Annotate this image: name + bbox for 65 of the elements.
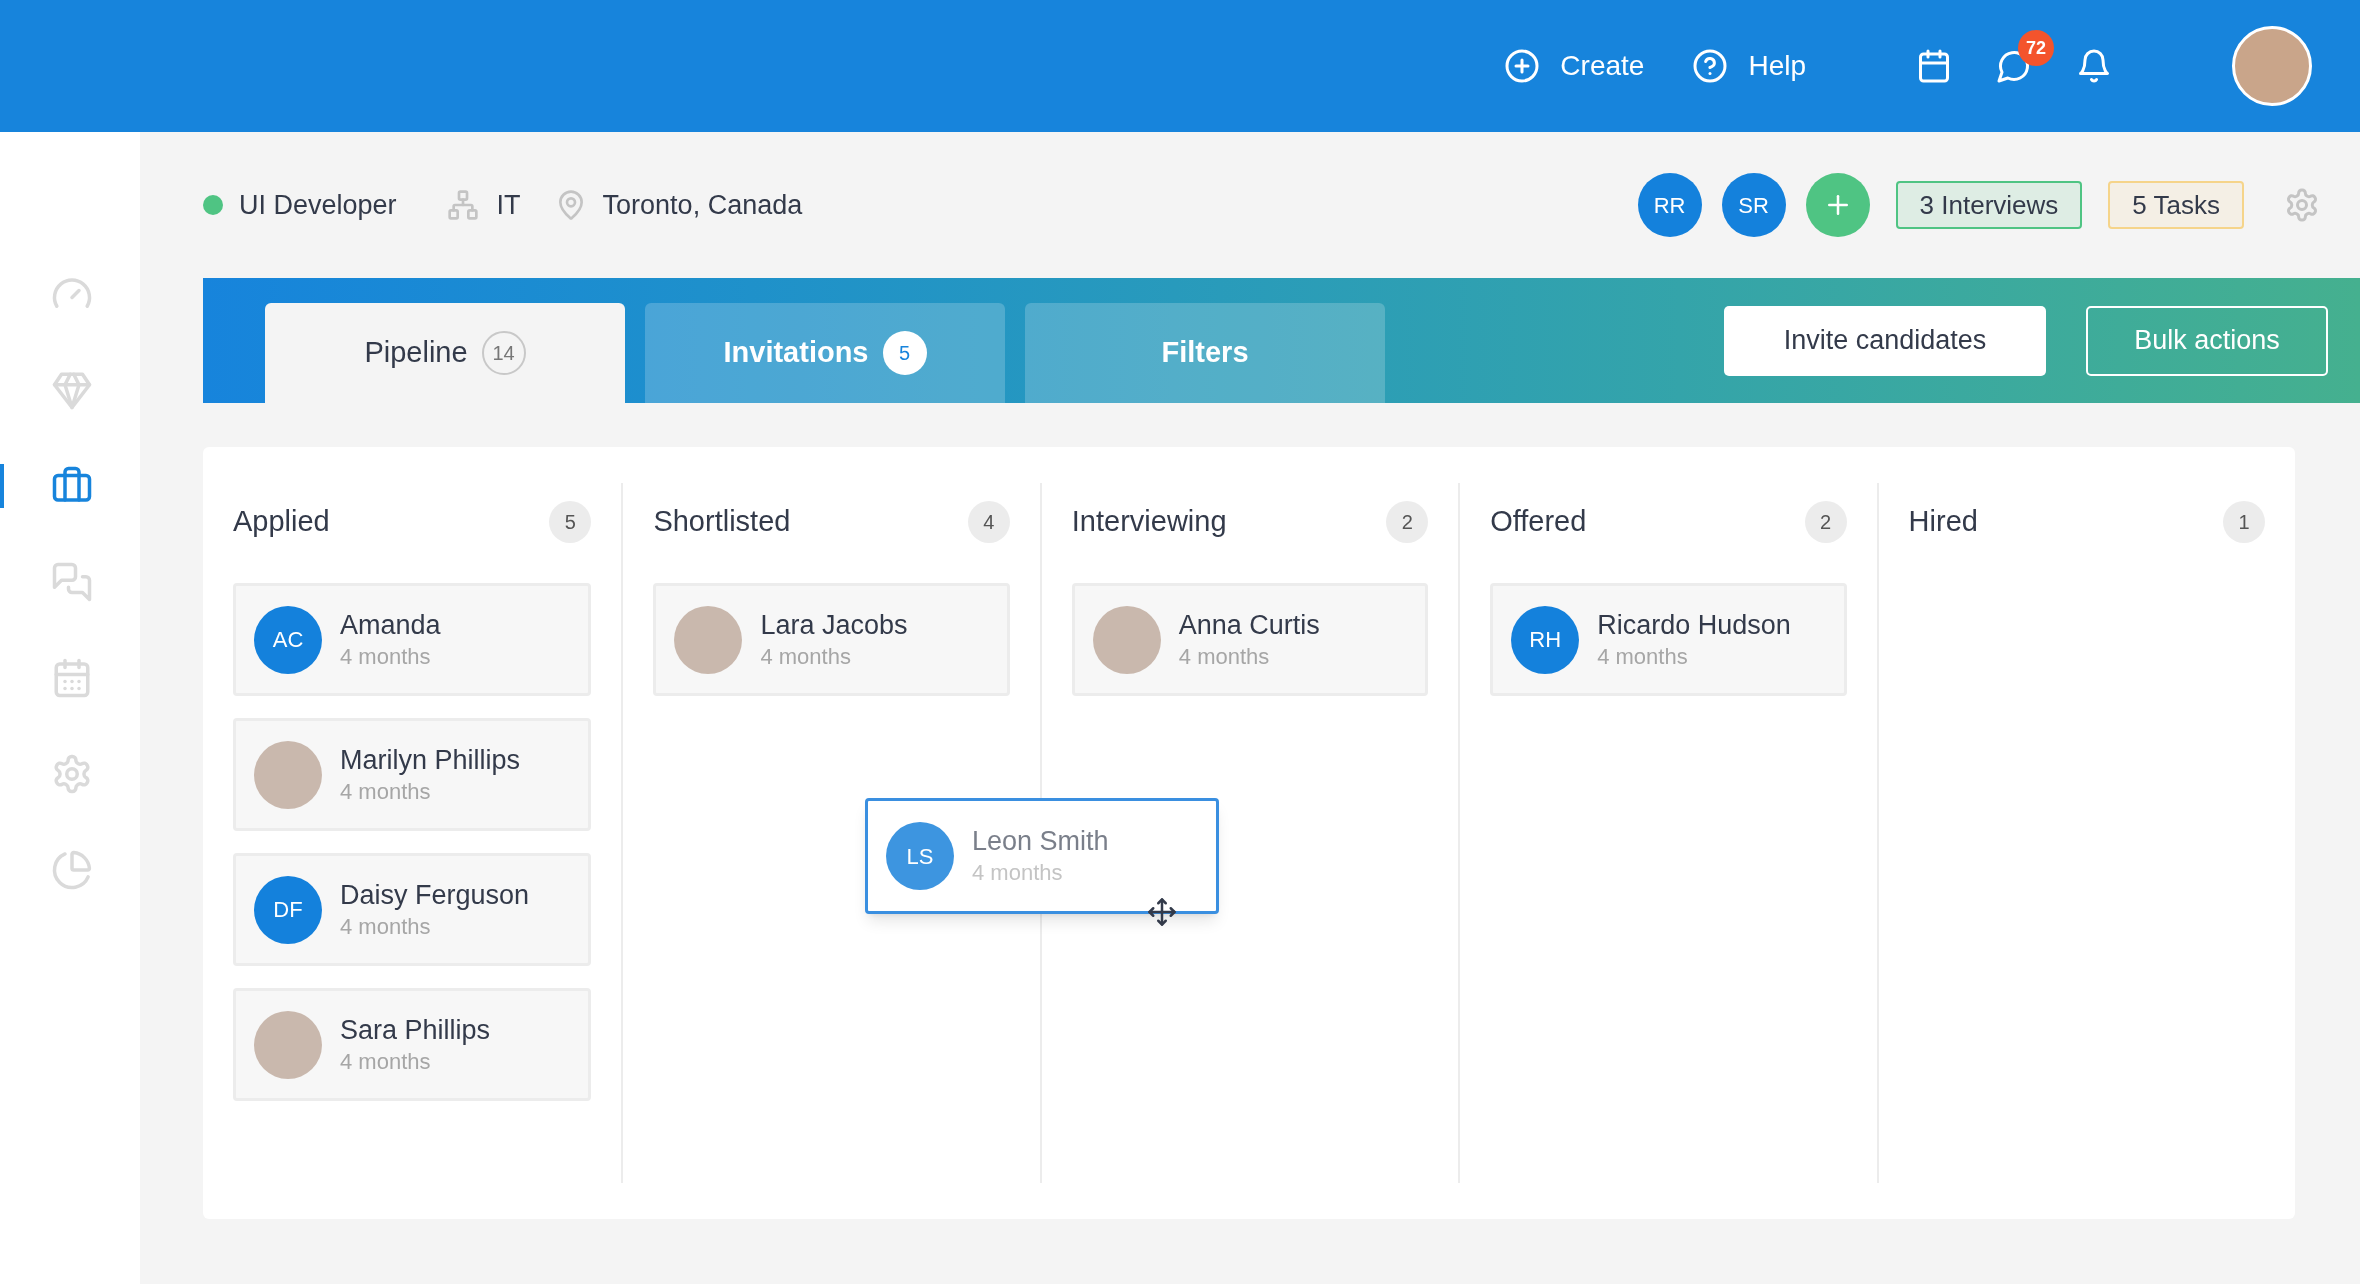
candidate-name: Lara Jacobs: [760, 608, 908, 642]
notification-badge: 72: [2018, 30, 2054, 66]
column-title: Hired: [1908, 504, 1978, 540]
count-badge: 14: [481, 331, 526, 375]
candidate-name: Ricardo Hudson: [1597, 608, 1791, 642]
column-count: 2: [1804, 501, 1847, 543]
team-member-avatar[interactable]: RR: [1637, 173, 1702, 237]
candidate-time: 4 months: [1597, 642, 1689, 671]
candidate-time: 4 months: [340, 642, 432, 671]
candidate-name: Daisy Ferguson: [340, 878, 530, 912]
candidate-name: Leon Smith: [972, 825, 1109, 859]
candidate-time: 4 months: [340, 777, 432, 806]
settings-icon[interactable]: [2284, 187, 2320, 223]
candidate-time: 4 months: [340, 1047, 432, 1076]
candidate-time: 4 months: [760, 642, 852, 671]
candidate-name: Sara Phillips: [340, 1013, 491, 1047]
candidate-card[interactable]: AC Amanda 4 months: [233, 583, 592, 696]
help-icon: [1692, 48, 1729, 84]
candidate-card[interactable]: Anna Curtis 4 months: [1071, 583, 1429, 696]
candidate-time: 4 months: [1178, 642, 1271, 671]
calendar-icon[interactable]: [1916, 48, 1952, 84]
initials-avatar: AC: [254, 605, 322, 674]
column-title: Interviewing: [1071, 504, 1227, 540]
dragged-candidate-card[interactable]: LS Leon Smith 4 months: [865, 798, 1219, 914]
location: Toronto, Canada: [602, 188, 803, 222]
bell-icon[interactable]: [2076, 48, 2112, 84]
column-count: 4: [967, 501, 1010, 543]
candidate-time: 4 months: [972, 859, 1064, 887]
candidate-card[interactable]: RH Ricardo Hudson 4 months: [1490, 583, 1847, 696]
job-title: UI Developer: [239, 188, 397, 222]
team-member-avatar[interactable]: SR: [1721, 173, 1786, 237]
candidate-card[interactable]: DF Daisy Ferguson 4 months: [233, 853, 592, 966]
column-title: Shortlisted: [653, 504, 791, 540]
candidate-name: Anna Curtis: [1178, 608, 1320, 642]
summary-tag[interactable]: 5 Tasks: [2108, 181, 2244, 229]
settings-icon: [51, 753, 93, 795]
calendar-icon: [51, 657, 93, 699]
column-count: 2: [1386, 501, 1429, 543]
topbar-link[interactable]: Help: [1692, 45, 1806, 87]
topbar-link[interactable]: Create: [1504, 45, 1645, 87]
column-title: Applied: [233, 504, 330, 540]
candidate-time: 4 months: [340, 912, 432, 941]
department: IT: [496, 188, 521, 222]
diamond-icon: [51, 369, 93, 411]
candidate-card[interactable]: Lara Jacobs 4 months: [653, 583, 1010, 696]
candidate-card[interactable]: Marilyn Phillips 4 months: [233, 718, 592, 831]
tab[interactable]: Invitations 5: [645, 303, 1005, 403]
org-chart-icon: [446, 189, 479, 221]
initials-avatar: RH: [1511, 605, 1580, 674]
chat-icon: [51, 561, 93, 603]
column-count: 1: [2223, 501, 2265, 543]
initials-avatar: DF: [254, 875, 322, 944]
column-count: 5: [549, 501, 592, 543]
pie-chart-icon: [51, 849, 93, 891]
summary-tag[interactable]: 3 Interviews: [1895, 181, 2083, 229]
column-title: Offered: [1490, 504, 1587, 540]
candidate-card[interactable]: Sara Phillips 4 months: [233, 988, 592, 1101]
initials-avatar: LS: [886, 822, 954, 890]
action-button[interactable]: Invite candidates: [1724, 305, 2046, 376]
count-badge: 5: [882, 331, 927, 375]
plus-circle-icon: [1504, 48, 1541, 84]
tab[interactable]: Pipeline 14: [265, 303, 625, 403]
candidate-name: Marilyn Phillips: [340, 743, 521, 777]
move-cursor-icon: [1147, 897, 1177, 927]
candidate-name: Amanda: [340, 608, 441, 642]
